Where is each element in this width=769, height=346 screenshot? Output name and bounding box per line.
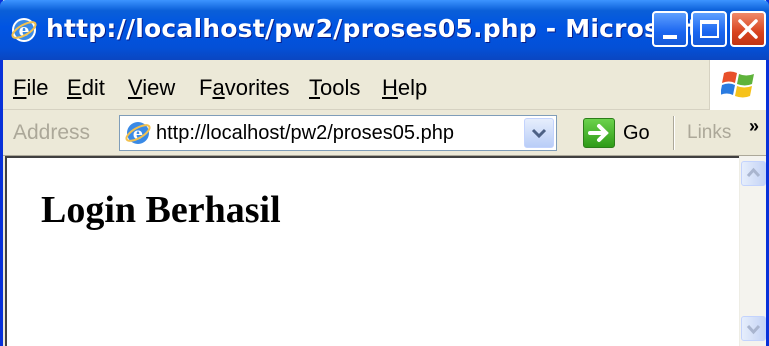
ie-icon: e <box>11 18 37 42</box>
minimize-button[interactable] <box>652 11 688 47</box>
window-title: http://localhost/pw2/proses05.php - Micr… <box>46 14 738 43</box>
page-heading: Login Berhasil <box>41 189 281 231</box>
maximize-icon <box>700 20 719 38</box>
menu-favorites[interactable]: Favorites <box>199 75 290 101</box>
address-url: http://localhost/pw2/proses05.php <box>156 122 454 144</box>
menu-bar: File Edit View Favorites Tools Help <box>3 60 766 110</box>
windows-logo-area <box>709 60 766 110</box>
menu-file-label: File <box>13 75 49 100</box>
menu-edit[interactable]: Edit <box>67 75 105 101</box>
close-icon <box>738 19 758 39</box>
go-button[interactable] <box>583 118 615 148</box>
go-label[interactable]: Go <box>623 122 650 145</box>
vertical-scrollbar[interactable] <box>739 156 766 346</box>
menu-help-label: Help <box>382 75 428 100</box>
menu-help[interactable]: Help <box>382 75 427 101</box>
arrow-right-icon <box>588 124 609 142</box>
scroll-down-button[interactable] <box>741 316 766 341</box>
chevron-up-icon <box>746 167 761 178</box>
close-button[interactable] <box>730 11 766 47</box>
title-bar[interactable]: e http://localhost/pw2/proses05.php - Mi… <box>0 0 769 60</box>
minimize-icon <box>663 35 677 39</box>
browser-window: e http://localhost/pw2/proses05.php - Mi… <box>0 0 769 346</box>
links-chevron[interactable]: » <box>749 116 759 137</box>
address-bar: Address e http://localhost/pw2/proses05.… <box>3 110 766 156</box>
scroll-up-button[interactable] <box>741 161 766 186</box>
menu-file[interactable]: File <box>13 75 48 101</box>
menu-favorites-label: Favorites <box>199 75 290 100</box>
chevron-down-icon <box>746 324 761 335</box>
menu-tools[interactable]: Tools <box>309 75 360 101</box>
links-label[interactable]: Links <box>687 122 731 144</box>
address-input[interactable]: e http://localhost/pw2/proses05.php <box>119 115 557 151</box>
menu-tools-label: Tools <box>309 75 361 100</box>
toolbar-separator <box>673 116 675 150</box>
ie-page-icon: e <box>125 122 151 144</box>
address-dropdown-button[interactable] <box>524 118 554 148</box>
menu-edit-label: Edit <box>67 75 105 100</box>
menu-view[interactable]: View <box>128 75 175 101</box>
chevron-down-icon <box>531 128 547 139</box>
maximize-button[interactable] <box>691 11 727 47</box>
page-content: Login Berhasil <box>5 156 765 346</box>
windows-flag-icon <box>721 71 754 98</box>
menu-view-label: View <box>128 75 176 100</box>
address-label: Address <box>13 121 91 144</box>
